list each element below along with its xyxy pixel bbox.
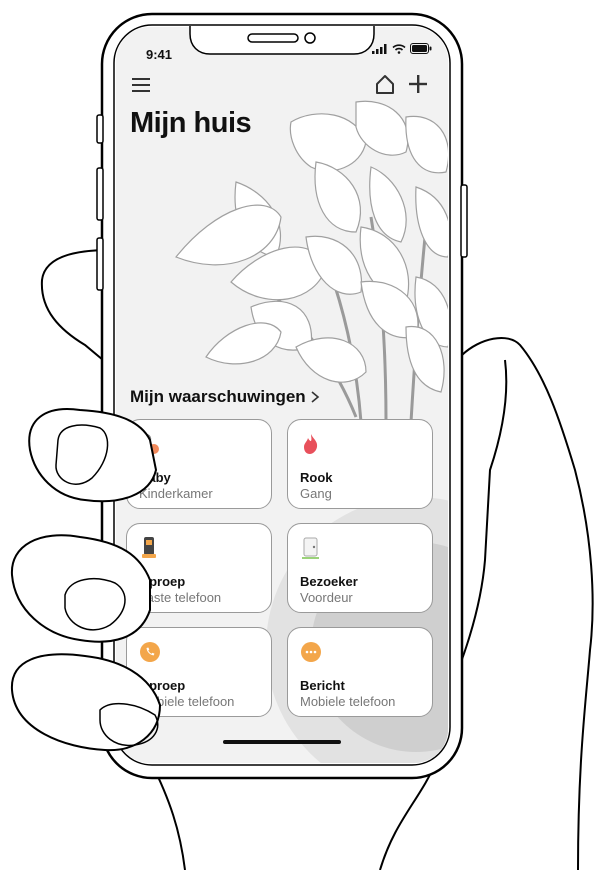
illustration-scene: 9:41 Mijn huis Mijn waarschuwingen Baby … [0,0,600,870]
menu-button[interactable] [130,75,152,95]
alert-title: Bezoeker [300,574,358,589]
alert-title: Baby [139,470,171,485]
alert-card-visitor[interactable]: Bezoeker Voordeur [287,523,433,613]
home-button[interactable] [374,73,396,95]
alert-card-landline-call[interactable]: Oproep Vaste telefoon [126,523,272,613]
signal-icon [372,43,387,54]
status-icons [372,43,432,54]
alert-subtitle: Voordeur [300,590,353,605]
phone-screen: 9:41 Mijn huis Mijn waarschuwingen Baby … [116,27,448,763]
alert-subtitle: Vaste telefoon [139,590,222,605]
pacifier-icon [140,433,159,454]
alert-subtitle: Kinderkamer [139,486,213,501]
status-time: 9:41 [146,47,173,62]
alert-title: Bericht [300,678,345,693]
alert-card-message[interactable]: Bericht Mobiele telefoon [287,627,433,717]
alert-title: Rook [300,470,333,485]
alert-title: Oproep [139,678,186,693]
menu-icon [132,78,150,92]
plus-icon [409,75,427,93]
alert-card-baby[interactable]: Baby Kinderkamer [126,419,272,509]
flame-icon [304,434,318,454]
alerts-section-link[interactable]: Mijn waarschuwingen [130,387,320,407]
home-icon [376,75,394,94]
home-indicator[interactable] [223,740,341,744]
section-title: Mijn waarschuwingen [130,387,306,406]
alert-card-mobile-call[interactable]: Oproep Mobiele telefoon [126,627,272,717]
alert-card-rook[interactable]: Rook Gang [287,419,433,509]
battery-icon [410,43,432,54]
alert-subtitle: Gang [300,486,332,501]
message-icon [301,642,321,662]
landline-phone-icon [142,537,156,558]
page-title: Mijn huis [130,107,252,139]
doorbell-icon [302,537,319,559]
mobile-call-icon [140,642,160,662]
add-button[interactable] [406,72,430,96]
chevron-right-icon [311,391,319,403]
alert-subtitle: Mobiele telefoon [139,694,235,709]
wifi-icon [392,43,406,54]
alert-subtitle: Mobiele telefoon [300,694,396,709]
alert-title: Oproep [139,574,186,589]
